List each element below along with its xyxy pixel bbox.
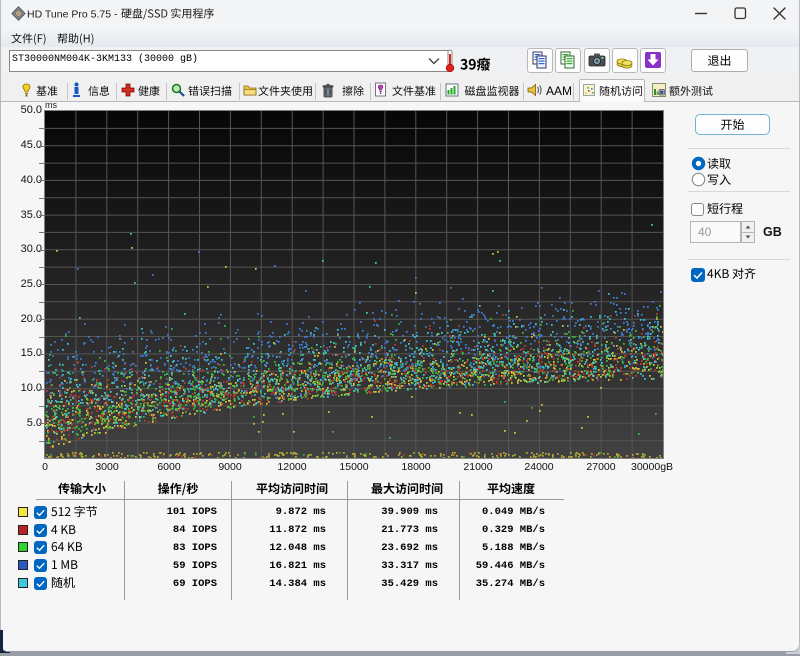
svg-text:HD Tune Pro 5.75 -: HD Tune Pro 5.75 -: [27, 9, 118, 21]
svg-text:AAM: AAM: [546, 84, 572, 98]
